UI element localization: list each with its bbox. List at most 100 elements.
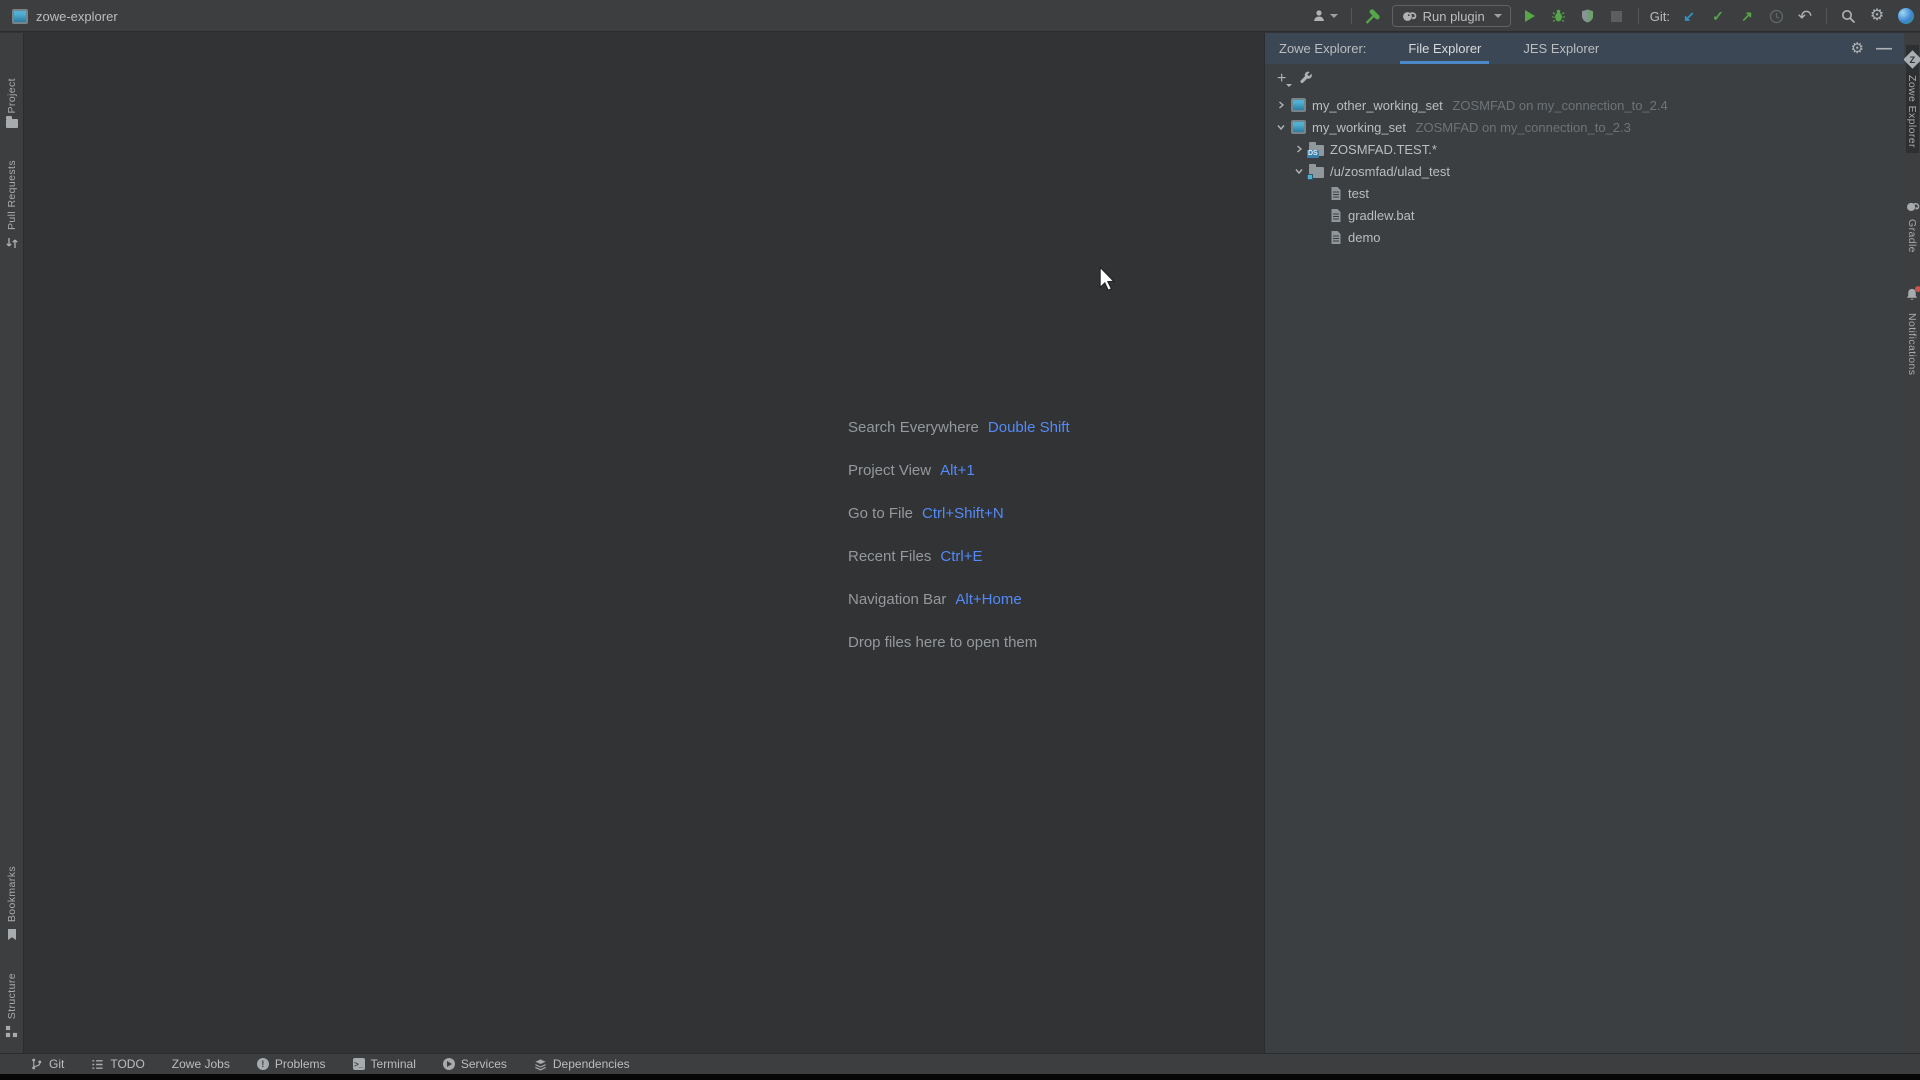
tree-row-uss-path[interactable]: /u/zosmfad/ulad_test [1265,160,1904,182]
wrench-icon[interactable] [1298,71,1314,87]
working-set-icon [1291,98,1306,112]
chevron-down-icon[interactable] [1294,167,1303,175]
shortcut-row: Recent Files Ctrl+E [848,535,1070,578]
sidebar-item-gradle[interactable]: Gradle [1905,195,1920,258]
tool-button-label: Problems [275,1057,326,1071]
zowe-explorer-stripe-label: Zowe Explorer [1906,75,1918,148]
bookmark-icon [6,928,18,941]
empty-state-shortcuts: Search Everywhere Double Shift Project V… [848,406,1070,664]
tool-button-terminal[interactable]: >_ Terminal [353,1057,416,1071]
tree-item-detail: ZOSMFAD on my_connection_to_2.3 [1416,120,1631,135]
panel-toolbar: + [1265,64,1904,93]
drop-files-hint: Drop files here to open them [848,634,1037,651]
tree-row-dataset-mask[interactable]: DS ZOSMFAD.TEST.* [1265,138,1904,160]
debug-button[interactable] [1549,6,1569,26]
shortcut-label: Go to File [848,505,913,522]
tree-row-file[interactable]: demo [1265,226,1904,248]
tool-button-git[interactable]: Git [30,1057,64,1071]
tool-button-label: Dependencies [553,1057,630,1071]
shortcut-keys[interactable]: Ctrl+E [940,548,982,565]
title-toolbar: zowe-explorer Run plugin [0,0,1920,32]
tool-button-zowe-jobs[interactable]: Zowe Jobs [172,1057,230,1071]
settings-button[interactable]: ⚙ [1867,6,1887,26]
tab-jes-explorer[interactable]: JES Explorer [1509,33,1613,64]
file-icon [1330,186,1342,201]
window-title: zowe-explorer [36,9,118,24]
hammer-icon [1364,8,1381,25]
git-commit-button[interactable]: ✓ [1708,6,1728,26]
tree-item-label: ZOSMFAD.TEST.* [1330,142,1437,157]
sidebar-item-structure[interactable]: Structure [5,968,18,1043]
toolbar-separator [1826,8,1827,24]
chevron-right-icon[interactable] [1294,145,1303,153]
dataset-folder-icon: DS [1309,145,1324,156]
editor-area: Search Everywhere Double Shift Project V… [25,33,1264,1053]
tree-item-label: test [1348,186,1369,201]
tool-button-dependencies[interactable]: Dependencies [534,1057,630,1071]
chevron-right-icon[interactable] [1276,101,1285,109]
add-button[interactable]: + [1277,71,1286,87]
pull-request-icon [5,236,19,250]
git-push-button[interactable]: ↗ [1737,6,1757,26]
profile-sphere-icon [1898,8,1914,24]
file-explorer-tree: my_other_working_set ZOSMFAD on my_conne… [1265,93,1904,248]
user-dropdown-button[interactable] [1310,6,1340,26]
window-title-area: zowe-explorer [12,0,118,32]
sidebar-item-zowe-explorer[interactable]: Z Zowe Explorer [1906,45,1919,153]
structure-icon [5,1025,18,1038]
shortcut-row: Project View Alt+1 [848,449,1070,492]
tab-label: File Explorer [1408,41,1481,56]
sidebar-item-pull-requests[interactable]: Pull Requests [5,155,19,255]
shortcut-label: Project View [848,462,931,479]
git-update-button[interactable]: ↙ [1679,6,1699,26]
ide-window: zowe-explorer Run plugin [0,0,1920,1080]
tab-file-explorer[interactable]: File Explorer [1394,33,1495,64]
shortcut-row: Go to File Ctrl+Shift+N [848,492,1070,535]
shortcut-label: Navigation Bar [848,591,946,608]
sidebar-item-notifications[interactable]: Notifications [1905,282,1919,380]
right-tool-stripe: Z Zowe Explorer Gradle Notifications [1903,33,1920,1053]
history-button[interactable] [1766,6,1786,26]
tree-row-working-set[interactable]: my_working_set ZOSMFAD on my_connection_… [1265,116,1904,138]
gradle-elephant-icon [1905,200,1920,213]
tree-row-file[interactable]: gradlew.bat [1265,204,1904,226]
shortcut-row: Search Everywhere Double Shift [848,406,1070,449]
tool-button-services[interactable]: Services [443,1057,507,1071]
sidebar-item-bookmarks[interactable]: Bookmarks [6,861,18,946]
zowe-explorer-panel: Zowe Explorer: File Explorer JES Explore… [1264,33,1904,1053]
search-everywhere-button[interactable] [1838,6,1858,26]
shortcut-keys[interactable]: Alt+Home [955,591,1021,608]
run-with-coverage-button[interactable] [1578,6,1598,26]
drop-hint-row: Drop files here to open them [848,621,1070,664]
stop-icon [1611,11,1622,22]
dependencies-layers-icon [534,1058,547,1071]
hide-panel-button[interactable]: — [1876,40,1892,58]
main-toolbar: Run plugin Git: ↙ ✓ ↗ ↶ ⚙ [1310,0,1916,32]
tree-row-working-set[interactable]: my_other_working_set ZOSMFAD on my_conne… [1265,94,1904,116]
tree-item-label: gradlew.bat [1348,208,1415,223]
shortcut-keys[interactable]: Ctrl+Shift+N [922,505,1004,522]
sidebar-item-project[interactable]: Project [6,73,18,133]
profile-sphere-button[interactable] [1896,6,1916,26]
tool-button-todo[interactable]: TODO [91,1057,144,1071]
rollback-button[interactable]: ↶ [1795,6,1815,26]
tool-button-label: Git [49,1057,64,1071]
build-button[interactable] [1363,6,1383,26]
run-configuration-select[interactable]: Run plugin [1392,5,1511,27]
shortcut-keys[interactable]: Double Shift [988,419,1070,436]
bottom-tool-stripe: Git TODO Zowe Jobs ! Problems >_ Termina… [0,1053,1920,1074]
tree-row-file[interactable]: test [1265,182,1904,204]
shortcut-keys[interactable]: Alt+1 [940,462,975,479]
chevron-down-icon [1494,14,1502,18]
user-icon [1311,8,1327,24]
panel-settings-button[interactable]: ⚙ [1851,41,1864,56]
run-button[interactable] [1520,6,1540,26]
coverage-shield-icon [1580,8,1595,24]
shortcut-label: Search Everywhere [848,419,979,436]
toolbar-separator [1351,8,1352,24]
stop-button[interactable] [1607,6,1627,26]
shortcut-row: Navigation Bar Alt+Home [848,578,1070,621]
tool-button-problems[interactable]: ! Problems [257,1057,326,1071]
chevron-down-icon[interactable] [1276,123,1285,131]
tool-button-label: Terminal [371,1057,416,1071]
